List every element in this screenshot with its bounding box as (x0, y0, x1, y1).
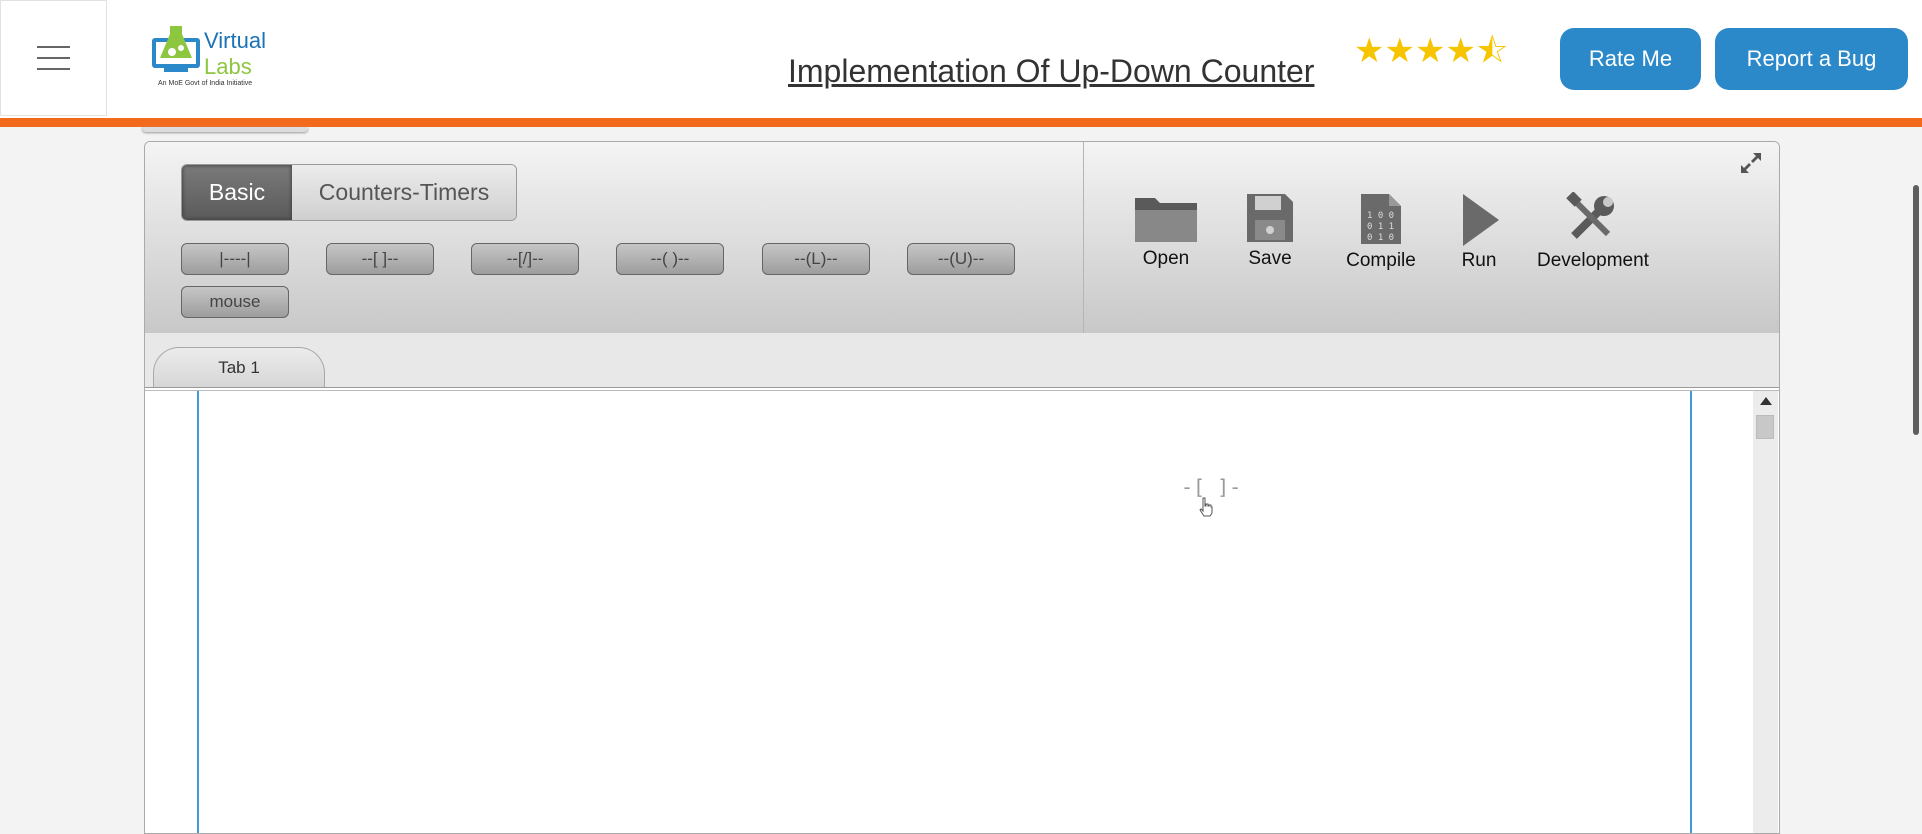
compile-button[interactable]: 1 0 0 0 1 1 0 1 0 Compile (1341, 192, 1421, 272)
logo-text-labs: Labs (204, 54, 252, 79)
no-contact-button[interactable]: --[ ]-- (326, 243, 434, 275)
compile-label: Compile (1346, 250, 1416, 271)
star-rating[interactable]: ★★★★⯪ (1354, 34, 1508, 68)
svg-text:0 1 1: 0 1 1 (1367, 222, 1394, 232)
play-icon (1463, 194, 1499, 246)
development-button[interactable]: Development (1533, 192, 1653, 272)
star-icon[interactable]: ★ (1354, 32, 1384, 70)
svg-text:1 0 0: 1 0 0 (1367, 211, 1394, 221)
virtual-labs-logo[interactable]: Virtual Labs An MoE Govt of India Initia… (150, 24, 276, 92)
save-label: Save (1248, 248, 1292, 269)
collapsed-tab-handle[interactable] (142, 127, 308, 132)
unlatch-coil-button[interactable]: --(U)-- (907, 243, 1015, 275)
logo-tagline: An MoE Govt of India Initiative (158, 80, 253, 87)
logo-text-virtual: Virtual (204, 28, 266, 53)
mode-tabs: Basic Counters-Timers (181, 164, 517, 221)
toolbar: Basic Counters-Timers |----| --[ ]-- --[… (145, 142, 1779, 333)
scroll-thumb[interactable] (1756, 415, 1774, 439)
ladder-editor-panel: Basic Counters-Timers |----| --[ ]-- --[… (144, 141, 1780, 834)
tab-bar: Tab 1 (145, 333, 1779, 388)
page-scrollbar-thumb[interactable] (1913, 185, 1919, 435)
star-icon[interactable]: ★ (1384, 32, 1414, 70)
star-icon[interactable]: ★ (1415, 32, 1445, 70)
header-divider (0, 118, 1922, 127)
fullscreen-icon[interactable] (1739, 151, 1763, 175)
tab-1[interactable]: Tab 1 (153, 347, 325, 387)
hamburger-icon (37, 37, 70, 79)
element-palette: Basic Counters-Timers |----| --[ ]-- --[… (145, 142, 1084, 333)
report-bug-button[interactable]: Report a Bug (1715, 28, 1908, 90)
wire-button[interactable]: |----| (181, 243, 289, 275)
cursor-contact-preview: -[ ]- (1181, 475, 1242, 499)
run-label: Run (1461, 250, 1497, 271)
scroll-up-icon[interactable] (1760, 397, 1772, 405)
tab-basic[interactable]: Basic (182, 165, 292, 220)
floppy-disk-icon (1247, 194, 1293, 242)
wrench-screwdriver-icon (1566, 192, 1614, 239)
mouse-button[interactable]: mouse (181, 286, 289, 318)
open-button[interactable]: Open (1131, 192, 1201, 270)
rate-me-button[interactable]: Rate Me (1560, 28, 1701, 90)
development-label: Development (1537, 250, 1649, 271)
open-label: Open (1142, 248, 1190, 269)
tab-counters-timers[interactable]: Counters-Timers (292, 165, 516, 220)
save-button[interactable]: Save (1240, 192, 1300, 270)
hand-pointer-icon (1199, 497, 1213, 517)
binary-file-icon: 1 0 0 0 1 1 0 1 0 (1361, 194, 1401, 244)
run-button[interactable]: Run (1449, 192, 1509, 272)
svg-text:0 1 0: 0 1 0 (1367, 233, 1394, 243)
latch-coil-button[interactable]: --(L)-- (762, 243, 870, 275)
ladder-canvas[interactable]: -[ ]- (145, 390, 1779, 833)
left-power-rail (197, 391, 199, 833)
page-title: Implementation Of Up-Down Counter (788, 53, 1315, 89)
folder-icon (1135, 198, 1197, 242)
header: Virtual Labs An MoE Govt of India Initia… (0, 0, 1922, 118)
star-icon[interactable]: ★ (1445, 32, 1475, 70)
half-star-icon[interactable]: ⯪ (1476, 32, 1508, 70)
canvas-scrollbar[interactable] (1753, 391, 1778, 833)
nc-contact-button[interactable]: --[/]-- (471, 243, 579, 275)
flask-logo-icon (152, 26, 200, 72)
right-power-rail (1690, 391, 1692, 833)
menu-button[interactable] (0, 0, 107, 116)
coil-button[interactable]: --( )-- (616, 243, 724, 275)
